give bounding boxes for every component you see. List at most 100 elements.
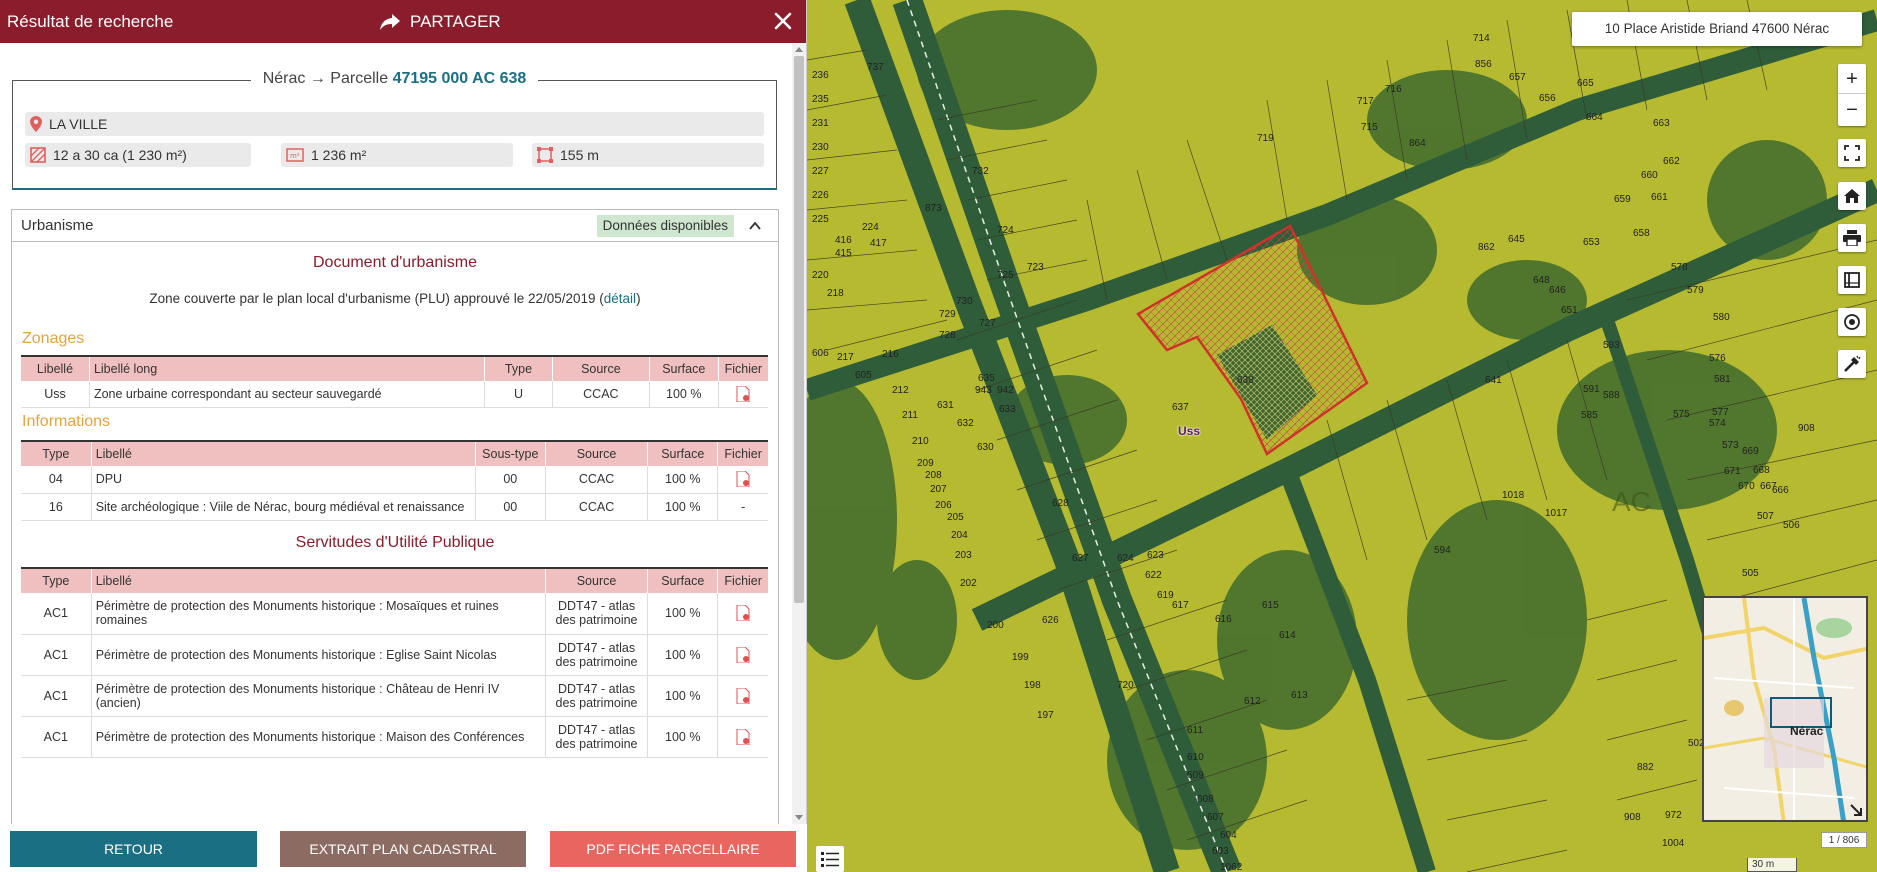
parcel-number-label: 719	[1257, 133, 1274, 144]
cell-libelle: DPU	[90, 466, 476, 494]
pdf-parcel-sheet-button[interactable]: PDF FICHE PARCELLAIRE	[550, 831, 796, 867]
plu-detail-link[interactable]: détail	[604, 291, 636, 306]
parcel-number-label: 594	[1434, 545, 1451, 556]
scroll-up-icon[interactable]	[795, 47, 803, 52]
pdf-file-icon[interactable]	[736, 605, 750, 622]
parcel-number-label: 717	[1357, 96, 1374, 107]
address-display[interactable]: 10 Place Aristide Briand 47600 Nérac	[1572, 12, 1862, 46]
col-header: Libellé	[90, 567, 546, 593]
table-row: AC1 Périmètre de protection des Monument…	[21, 593, 768, 635]
layers-button[interactable]	[1838, 266, 1866, 294]
cadastral-area-value: 12 a 30 ca (1 230 m²)	[53, 147, 187, 163]
doc-urbanisme-title: Document d'urbanisme	[312, 254, 478, 271]
parcel-number-label: 714	[1473, 33, 1490, 44]
table-row: AC1 Périmètre de protection des Monument…	[21, 675, 768, 717]
cell-sous-type: 00	[474, 466, 546, 494]
parcel-number-label: 624	[1117, 553, 1134, 564]
map-view[interactable]: AC Uss 737 236 235 231 230 227 226 225 224 417 416…	[807, 0, 1877, 872]
parcel-number-label: 725	[997, 270, 1014, 281]
parcel-number-label: 633	[999, 404, 1016, 415]
cell-file	[717, 716, 768, 758]
cell-surface: 100 %	[647, 675, 718, 717]
zoom-in-button[interactable]: +	[1838, 64, 1866, 94]
parcel-number-label: 728	[939, 330, 956, 341]
pdf-file-icon[interactable]	[736, 385, 750, 402]
panel-content[interactable]: Nérac → Parcelle 47195 000 AC 638 LA VIL…	[0, 43, 793, 824]
parcel-number-label: 646	[1549, 285, 1566, 296]
cell-file: -	[717, 493, 768, 521]
parcel-number-label: 608	[1197, 794, 1214, 805]
pdf-file-icon[interactable]	[736, 646, 750, 663]
parcel-number-label: 873	[925, 203, 942, 214]
parcel-number-label: 217	[837, 352, 854, 363]
chevron-up-icon[interactable]	[748, 219, 762, 233]
measure-button[interactable]	[1838, 350, 1866, 378]
parcel-number-label: 218	[827, 288, 844, 299]
parcel-number-label: 651	[1561, 305, 1578, 316]
cadastral-area-pill: 12 a 30 ca (1 230 m²)	[25, 143, 251, 167]
parcel-number-label: 862	[1478, 242, 1495, 253]
zonages-title: Zonages	[22, 330, 85, 347]
parcel-number-label: 575	[1673, 409, 1690, 420]
share-button[interactable]: PARTAGER	[380, 0, 501, 43]
parcel-number-label: 574	[1709, 418, 1726, 429]
pdf-file-icon[interactable]	[736, 687, 750, 704]
cell-surface: 100 %	[648, 381, 719, 408]
parcel-number-label: 1062	[1220, 862, 1243, 872]
col-header: Libellé	[21, 355, 90, 381]
plu-text-after: )	[636, 291, 641, 306]
parcel-number-label: 671	[1724, 466, 1741, 477]
overview-map[interactable]: Nérac	[1702, 596, 1868, 822]
fullscreen-button[interactable]	[1838, 139, 1866, 167]
parcel-number-label: 1018	[1502, 490, 1525, 501]
scroll-thumb[interactable]	[794, 56, 804, 603]
share-label: PARTAGER	[410, 11, 501, 31]
parcel-number-label: 211	[902, 410, 918, 421]
col-header: Type	[21, 567, 92, 593]
cell-file	[717, 634, 768, 676]
col-header: Source	[544, 440, 648, 466]
scroll-down-icon[interactable]	[795, 815, 803, 820]
urbanisme-header[interactable]: Urbanisme Données disponibles	[12, 210, 778, 242]
cell-surface: 100 %	[647, 634, 718, 676]
parcel-number-label: 669	[1742, 446, 1759, 457]
parcel-number-label: 638	[1237, 375, 1254, 386]
legend-button[interactable]	[816, 846, 844, 872]
back-button[interactable]: RETOUR	[10, 831, 257, 867]
parcel-number-label: 882	[1637, 762, 1654, 773]
close-icon[interactable]	[770, 8, 796, 34]
collapse-arrow-icon[interactable]	[1848, 802, 1864, 818]
parcel-number-label: 670	[1738, 481, 1755, 492]
cell-libelle: Site archéologique : Viile de Nérac, bou…	[90, 493, 476, 521]
home-button[interactable]	[1838, 182, 1866, 210]
parcel-number-label: 210	[912, 436, 929, 447]
parcel-number-label: 666	[1772, 485, 1789, 496]
parcel-number-label: 1017	[1545, 508, 1568, 519]
cadastral-extract-button[interactable]: EXTRAIT PLAN CADASTRAL	[280, 831, 526, 867]
parcel-number-label: 200	[987, 620, 1004, 631]
parcel-number-label: 212	[892, 385, 909, 396]
zoom-out-button[interactable]: −	[1838, 95, 1866, 125]
col-header: Fichier	[717, 567, 768, 593]
panel-scrollbar[interactable]	[792, 43, 806, 824]
pdf-file-icon[interactable]	[736, 728, 750, 745]
cell-type: 04	[21, 466, 92, 494]
locate-button[interactable]	[1838, 308, 1866, 336]
print-button[interactable]	[1838, 224, 1866, 252]
parcel-number-label: 724	[997, 225, 1014, 236]
parcel-number-label: 908	[1798, 423, 1815, 434]
parcel-number-label: 225	[812, 214, 829, 225]
col-header: Libellé	[90, 440, 476, 466]
parcel-number-label: 648	[1533, 275, 1550, 286]
sup-title: Servitudes d'Utilité Publique	[295, 534, 495, 551]
col-header: Type	[484, 355, 553, 381]
section-label: AC	[1612, 486, 1651, 517]
parcel-number-label: 208	[925, 470, 942, 481]
cell-libelle: Périmètre de protection des Monuments hi…	[90, 675, 546, 717]
parcel-summary: Nérac → Parcelle 47195 000 AC 638 LA VIL…	[12, 70, 777, 190]
locality-pill: LA VILLE	[25, 112, 764, 136]
pdf-file-icon[interactable]	[736, 471, 750, 488]
measure-icon	[1844, 355, 1861, 372]
parcel-number-label: 716	[1385, 84, 1402, 95]
table-row: AC1 Périmètre de protection des Monument…	[21, 634, 768, 676]
